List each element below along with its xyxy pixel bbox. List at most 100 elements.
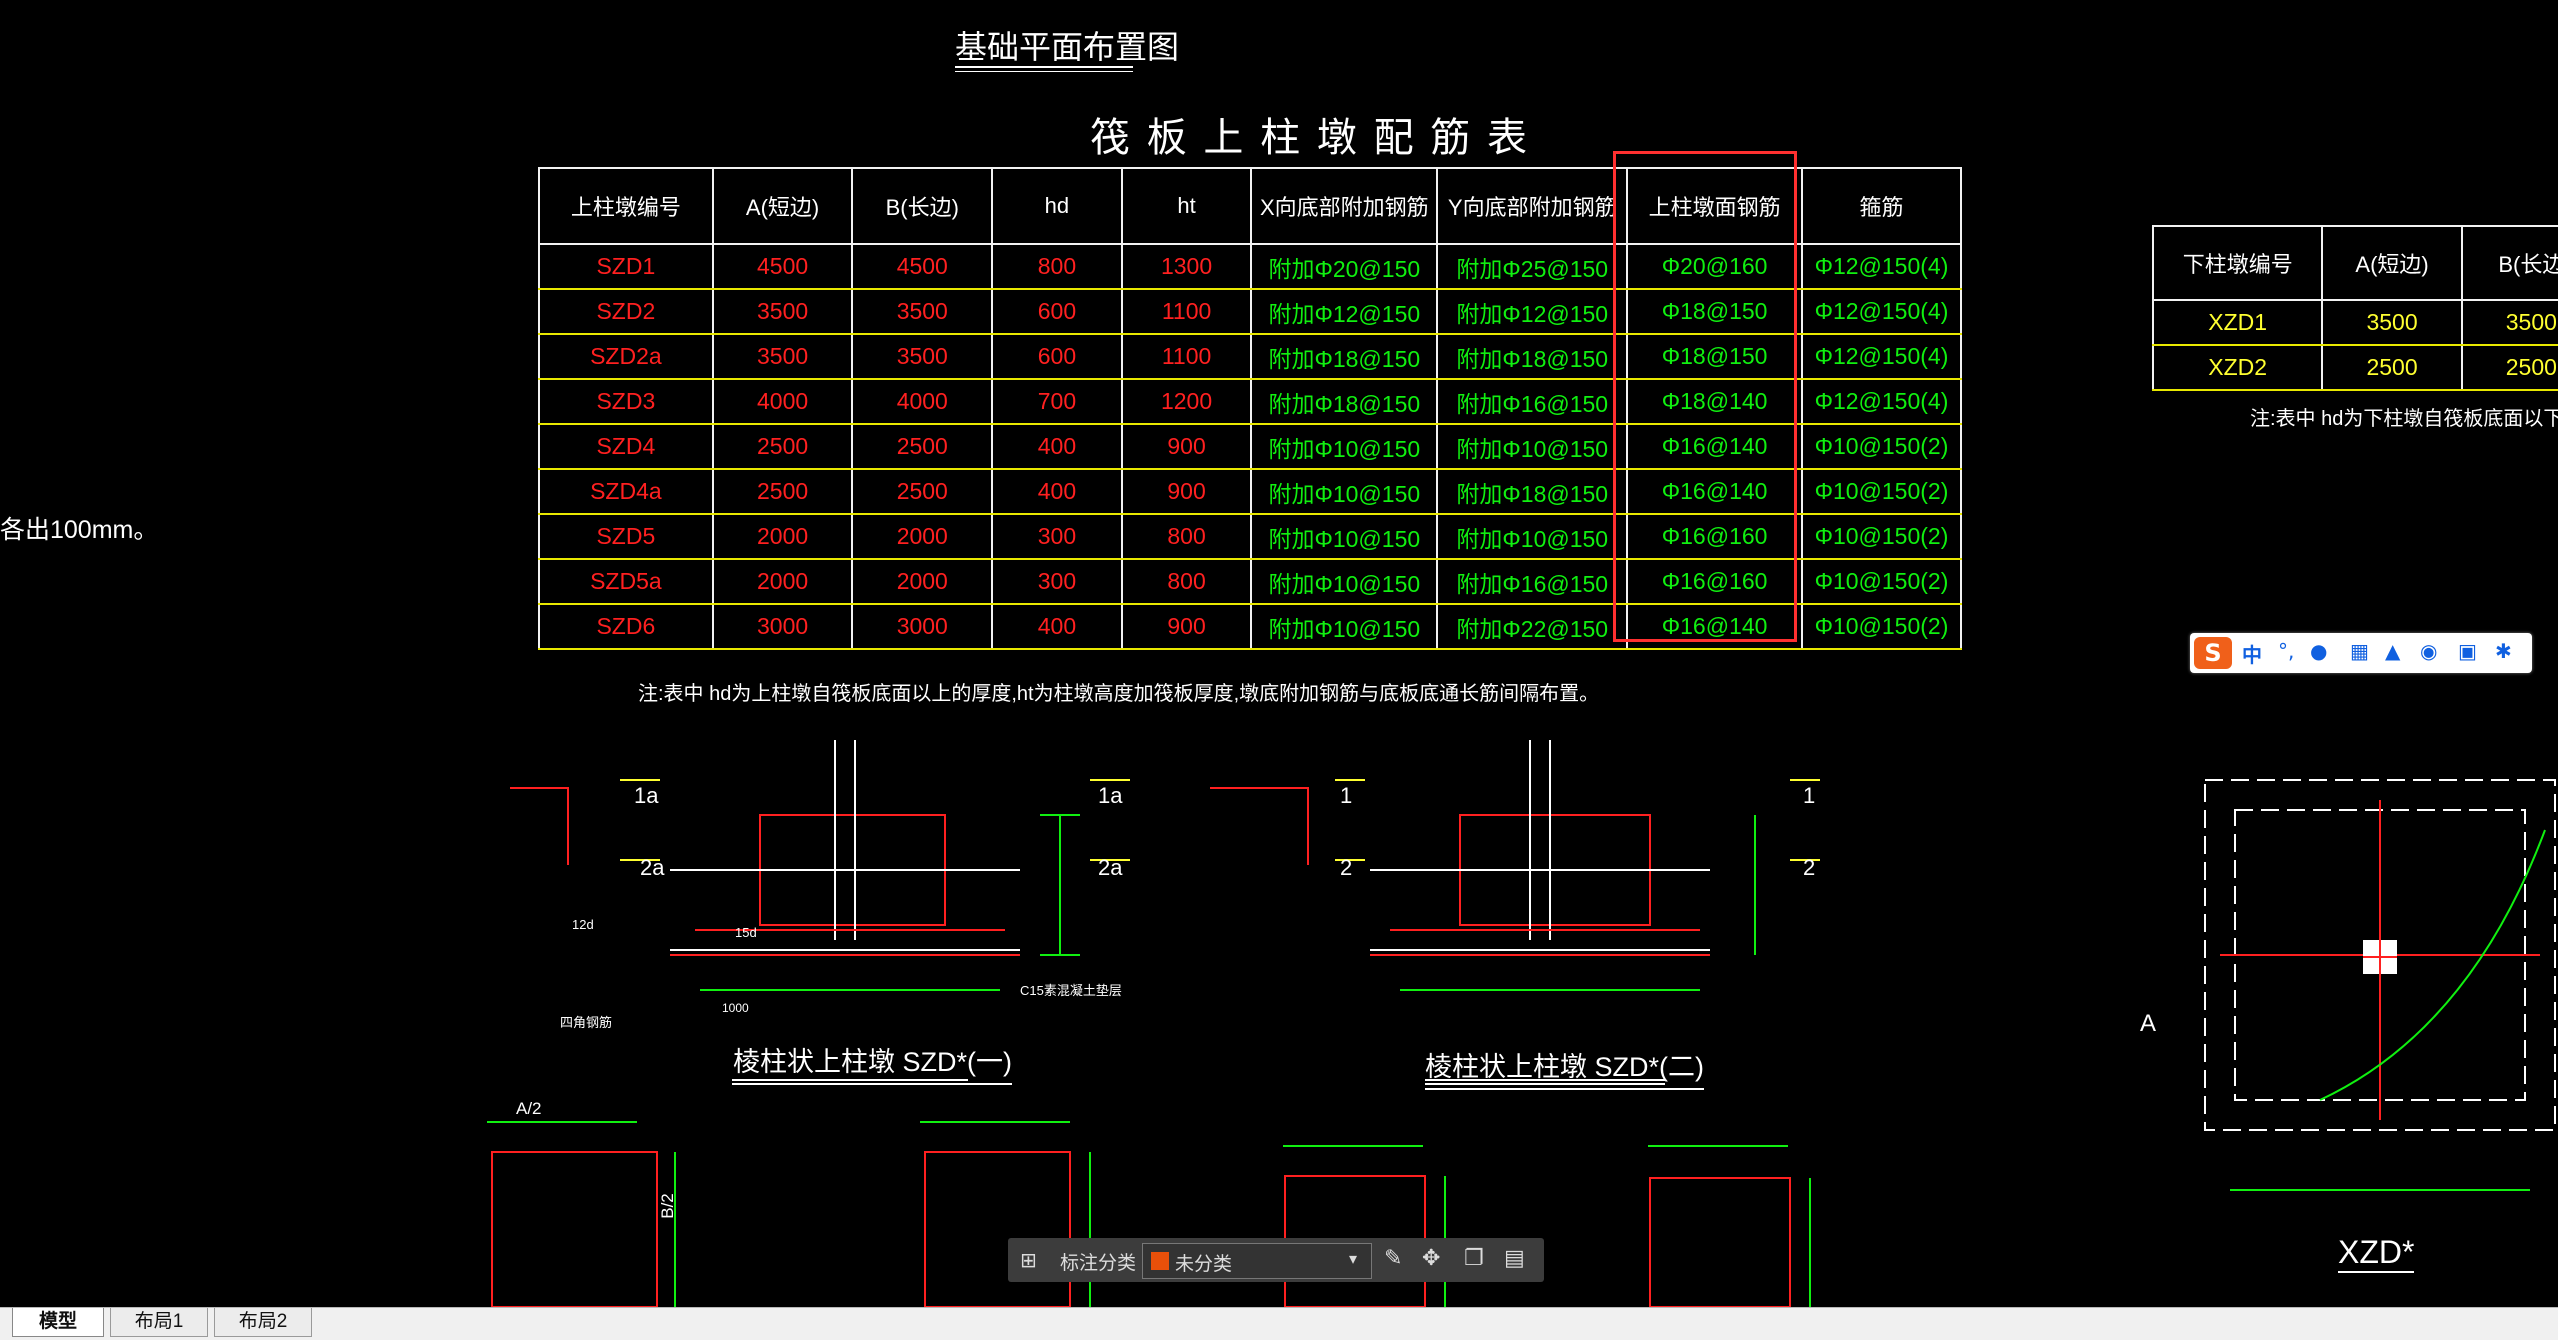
table-cell: 附加Φ22@150	[1436, 603, 1629, 650]
table-cell: 3500	[711, 333, 854, 380]
label-2-right: 2	[1803, 855, 1816, 880]
chevron-down-icon: ▾	[1349, 1249, 1358, 1268]
table-cell: 4500	[851, 243, 994, 290]
label-c15: C15素混凝土垫层	[1020, 983, 1122, 998]
table-cell: SZD2	[538, 288, 714, 335]
table-cell: 3500	[711, 288, 854, 335]
table-cell: 700	[991, 378, 1123, 425]
table-cell: 300	[991, 558, 1123, 605]
table-cell: 900	[1120, 603, 1253, 650]
label-1: 1	[1340, 783, 1353, 808]
toolbox-icon[interactable]: ▣	[2458, 639, 2477, 663]
table-cell: 300	[991, 513, 1123, 560]
table-cell: 附加Φ12@150	[1436, 288, 1629, 335]
header-cell: hd	[991, 167, 1123, 245]
annotation-toolbar[interactable]: ⊞ 标注分类 未分类 ▾ ✎ ✥ ❐ ▤	[1008, 1238, 1544, 1282]
edit-icon[interactable]: ✎	[1384, 1246, 1402, 1271]
table-cell: Φ12@150(4)	[1801, 378, 1962, 425]
paste-icon[interactable]: ▤	[1504, 1246, 1525, 1271]
header-cell: ht	[1120, 167, 1253, 245]
header-cell: A(短边)	[2321, 225, 2463, 301]
keyboard-icon[interactable]: ▦	[2350, 639, 2369, 663]
header-cell: 下柱墩编号	[2151, 225, 2324, 301]
label-1000: 1000	[722, 1001, 749, 1015]
lower-pier-table: 下柱墩编号 A(短边) B(长边 XZD1 3500 3500 XZD2 250…	[2151, 225, 2558, 391]
lower-table-note: 注:表中 hd为下柱墩自筏板底面以下的厚度,,ht	[2250, 408, 2558, 430]
table-cell: Φ10@150(2)	[1801, 603, 1962, 650]
punctuation-icon[interactable]: °,	[2278, 639, 2294, 663]
header-cell: B(长边)	[851, 167, 994, 245]
settings-icon[interactable]: ✱	[2495, 639, 2512, 663]
label-2a: 2a	[640, 855, 665, 880]
table-cell: 2000	[711, 513, 854, 560]
label-A: A	[2140, 1010, 2157, 1037]
table-cell: 3500	[2460, 299, 2558, 346]
tab-layout1[interactable]: 布局1	[110, 1308, 208, 1337]
label-1a: 1a	[634, 783, 659, 808]
ime-mode-toggle[interactable]: 中	[2242, 639, 2262, 668]
table-row: XZD2 2500 2500	[2151, 344, 2558, 391]
table-cell: SZD1	[538, 243, 714, 290]
table-cell: 附加Φ16@150	[1436, 558, 1629, 605]
table-cell: 附加Φ18@150	[1436, 468, 1629, 515]
label-15d: 15d	[735, 925, 757, 940]
skin-icon[interactable]: ▲	[2385, 639, 2400, 663]
category-swatch	[1151, 1252, 1169, 1270]
table-cell: 附加Φ18@150	[1436, 333, 1629, 380]
microphone-icon[interactable]: ●	[2310, 639, 2327, 663]
table-cell: 附加Φ25@150	[1436, 243, 1629, 290]
tab-layout2[interactable]: 布局2	[214, 1308, 312, 1337]
label-1a-right: 1a	[1098, 783, 1123, 808]
copy-icon[interactable]: ❐	[1464, 1246, 1484, 1271]
table-cell: 2000	[711, 558, 854, 605]
table-cell: 附加Φ10@150	[1250, 558, 1439, 605]
table-cell: 3500	[2321, 299, 2463, 346]
sogou-logo-icon: S	[2194, 637, 2232, 669]
table-cell: 附加Φ20@150	[1250, 243, 1439, 290]
table-cell: 附加Φ12@150	[1250, 288, 1439, 335]
header-cell: A(短边)	[711, 167, 854, 245]
header-cell: X向底部附加钢筋	[1250, 167, 1439, 245]
table-cell: 1300	[1120, 243, 1253, 290]
table-cell: SZD4a	[538, 468, 714, 515]
table-cell: 3500	[851, 288, 994, 335]
table-title: 筏 板 上 柱 墩 配 筋 表	[1090, 115, 1530, 161]
table-cell: Φ10@150(2)	[1801, 513, 1962, 560]
table-cell: 900	[1120, 423, 1253, 470]
table-cell: 2500	[711, 423, 854, 470]
table-cell: 1200	[1120, 378, 1253, 425]
detail-2-title: 棱柱状上柱墩 SZD*(二)	[1425, 1045, 1704, 1090]
emoji-icon[interactable]: ◉	[2420, 639, 2437, 663]
table-cell: 2500	[2321, 344, 2463, 391]
label-12d: 12d	[572, 917, 594, 932]
annotation-label: 标注分类	[1060, 1252, 1137, 1274]
table-cell: 1100	[1120, 288, 1253, 335]
header-cell: 箍筋	[1801, 167, 1962, 245]
table-row: XZD1 3500 3500	[2151, 299, 2558, 346]
tab-model[interactable]: 模型	[12, 1308, 104, 1337]
label-cut: 四角钢筋	[560, 1015, 613, 1030]
left-note: 各出100mm。	[0, 516, 159, 544]
table-cell: 附加Φ10@150	[1250, 603, 1439, 650]
table-cell: 400	[991, 603, 1123, 650]
cad-canvas[interactable]: 基础平面布置图 筏 板 上 柱 墩 配 筋 表 各出100mm。 上柱墩编号 A…	[0, 0, 2558, 1307]
table-cell: SZD5	[538, 513, 714, 560]
detail-1-title: 棱柱状上柱墩 SZD*(一)	[733, 1040, 1012, 1085]
category-value: 未分类	[1175, 1253, 1233, 1275]
table-cell: Φ12@150(4)	[1801, 333, 1962, 380]
table-cell: 2500	[2460, 344, 2558, 391]
ime-toolbar[interactable]: S 中 °, ● ▦ ▲ ◉ ▣ ✱	[2190, 633, 2532, 673]
lower-table-header: 下柱墩编号 A(短边) B(长边	[2151, 225, 2558, 301]
table-cell: 附加Φ18@150	[1250, 378, 1439, 425]
table-cell: 附加Φ18@150	[1250, 333, 1439, 380]
table-cell: 3000	[711, 603, 854, 650]
table-cell: 600	[991, 333, 1123, 380]
move-icon[interactable]: ✥	[1422, 1246, 1440, 1271]
plan-title-underline	[955, 66, 1133, 68]
table-cell: SZD5a	[538, 558, 714, 605]
table-cell: 1100	[1120, 333, 1253, 380]
table-cell: XZD2	[2151, 344, 2324, 391]
label-b2: B/2	[657, 1193, 677, 1219]
grid-icon[interactable]: ⊞	[1020, 1248, 1037, 1272]
category-select[interactable]: 未分类 ▾	[1142, 1243, 1372, 1279]
